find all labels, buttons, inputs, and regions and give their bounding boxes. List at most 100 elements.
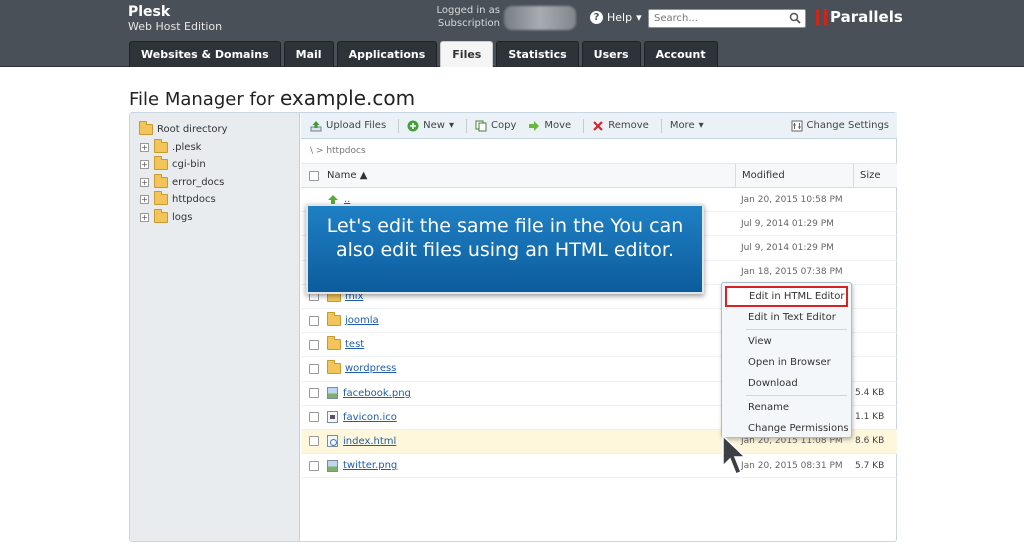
tree-item-label: error_docs [172,176,225,188]
size-cell: 5.7 KB [855,460,885,471]
tutorial-callout: Let's edit the same file in the You can … [306,204,704,294]
move-label: Move [544,120,572,131]
main-tabs: Websites & Domains Mail Applications Fil… [129,41,718,67]
select-all-checkbox[interactable] [309,170,319,181]
size-cell: 8.6 KB [855,436,885,447]
breadcrumb-current[interactable]: httpdocs [326,146,365,156]
modified-cell: Jan 20, 2015 08:31 PM [741,460,843,471]
file-link[interactable]: favicon.ico [343,412,397,423]
menu-item-edit-html[interactable]: Edit in HTML Editor [725,286,848,307]
file-link[interactable]: index.html [343,436,396,447]
menu-item-view[interactable]: View [722,331,851,352]
add-icon [407,120,419,131]
remove-label: Remove [608,120,649,131]
tab-mail[interactable]: Mail [283,41,334,67]
tree-item-label: httpdocs [172,194,216,206]
logged-in-label: Logged in as [436,5,500,16]
file-link[interactable]: wordpress [345,363,396,374]
move-button[interactable]: Move [528,120,571,132]
folder-icon [154,173,168,188]
table-row[interactable]: twitter.png Jan 20, 2015 08:31 PM 5.7 KB [301,454,897,479]
row-checkbox[interactable] [309,339,319,350]
breadcrumb-separator: > [313,146,327,156]
settings-icon [791,120,803,131]
mouse-cursor-icon [722,434,747,475]
subscription-label: Subscription [437,18,500,29]
column-name-label: Name [327,170,357,181]
expand-icon[interactable]: + [140,177,149,187]
parallels-logo: Parallels [816,8,903,26]
menu-divider [746,329,847,330]
tab-account[interactable]: Account [643,41,718,67]
new-button[interactable]: New ▾ [407,120,454,132]
column-size-header[interactable]: Size [853,163,897,188]
row-checkbox[interactable] [309,436,319,447]
folder-icon [327,336,341,351]
column-modified-header[interactable]: Modified [735,163,853,188]
expand-icon[interactable]: + [140,160,149,170]
folder-icon [327,360,341,375]
column-name-header[interactable]: Name ▲ [327,170,735,181]
row-checkbox[interactable] [309,315,319,326]
toolbar: Upload Files New ▾ Copy Move Remove More… [301,113,897,139]
toolbar-divider [583,118,585,133]
row-checkbox[interactable] [309,412,319,423]
row-checkbox[interactable] [309,460,319,471]
more-button[interactable]: More ▾ [670,120,704,131]
page-title-domain: example.com [279,86,416,110]
tab-users[interactable]: Users [581,41,641,67]
tree-item-httpdocs[interactable]: + httpdocs [130,191,299,209]
search-input[interactable] [649,10,779,27]
brand-name: Plesk [128,4,171,20]
help-menu[interactable]: ? Help ▾ [590,11,642,24]
page-title: File Manager for example.com [129,86,415,110]
file-link[interactable]: joomla [345,315,379,326]
tab-websites-domains[interactable]: Websites & Domains [129,41,281,67]
folder-icon [154,138,168,153]
tree-item-error-docs[interactable]: + error_docs [130,173,299,192]
modified-cell: Jan 20, 2015 10:58 PM [741,194,843,205]
file-link[interactable]: test [345,339,364,350]
search-icon[interactable] [789,12,801,24]
expand-icon[interactable]: + [140,142,149,152]
row-checkbox[interactable] [309,363,319,374]
row-checkbox[interactable] [309,388,319,399]
expand-icon[interactable]: + [140,195,149,205]
menu-item-download[interactable]: Download [722,373,851,394]
tree-item-cgi-bin[interactable]: + cgi-bin [130,156,299,174]
menu-item-rename[interactable]: Rename [722,397,851,418]
menu-item-open-browser[interactable]: Open in Browser [722,352,851,373]
copy-icon [475,120,487,131]
tree-item-root[interactable]: Root directory [130,121,299,139]
tree-item-plesk[interactable]: + .plesk [130,138,299,157]
brand[interactable]: Plesk Web Host Edition [128,4,222,34]
copy-button[interactable]: Copy [475,120,516,132]
tree-item-logs[interactable]: + logs [130,208,299,227]
file-link[interactable]: facebook.png [343,388,411,399]
file-link[interactable]: twitter.png [343,460,397,471]
help-label: Help [607,11,633,24]
chevron-down-icon: ▾ [698,120,704,131]
modified-cell: Jul 9, 2014 01:29 PM [741,218,834,229]
tab-files[interactable]: Files [440,41,494,67]
login-info: Logged in as Subscription [436,4,500,30]
upload-files-button[interactable]: Upload Files [310,120,386,132]
change-settings-button[interactable]: Change Settings [791,120,889,132]
expand-icon[interactable]: + [140,212,149,222]
breadcrumb: \ > httpdocs [301,139,897,164]
upload-icon [310,120,322,131]
html-file-icon [327,435,338,448]
remove-icon [593,120,603,131]
folder-icon [154,191,168,206]
top-bar: Plesk Web Host Edition Logged in as Subs… [0,0,1024,67]
remove-button[interactable]: Remove [592,120,649,132]
menu-divider [746,395,847,396]
modified-cell: Jul 9, 2014 01:29 PM [741,242,834,253]
help-icon: ? [590,11,603,24]
tab-applications[interactable]: Applications [336,41,438,67]
user-name-redacted[interactable] [504,6,576,30]
sort-asc-icon: ▲ [359,170,368,181]
tab-statistics[interactable]: Statistics [496,41,579,67]
menu-item-edit-text[interactable]: Edit in Text Editor [722,307,851,328]
folder-icon [154,156,168,171]
